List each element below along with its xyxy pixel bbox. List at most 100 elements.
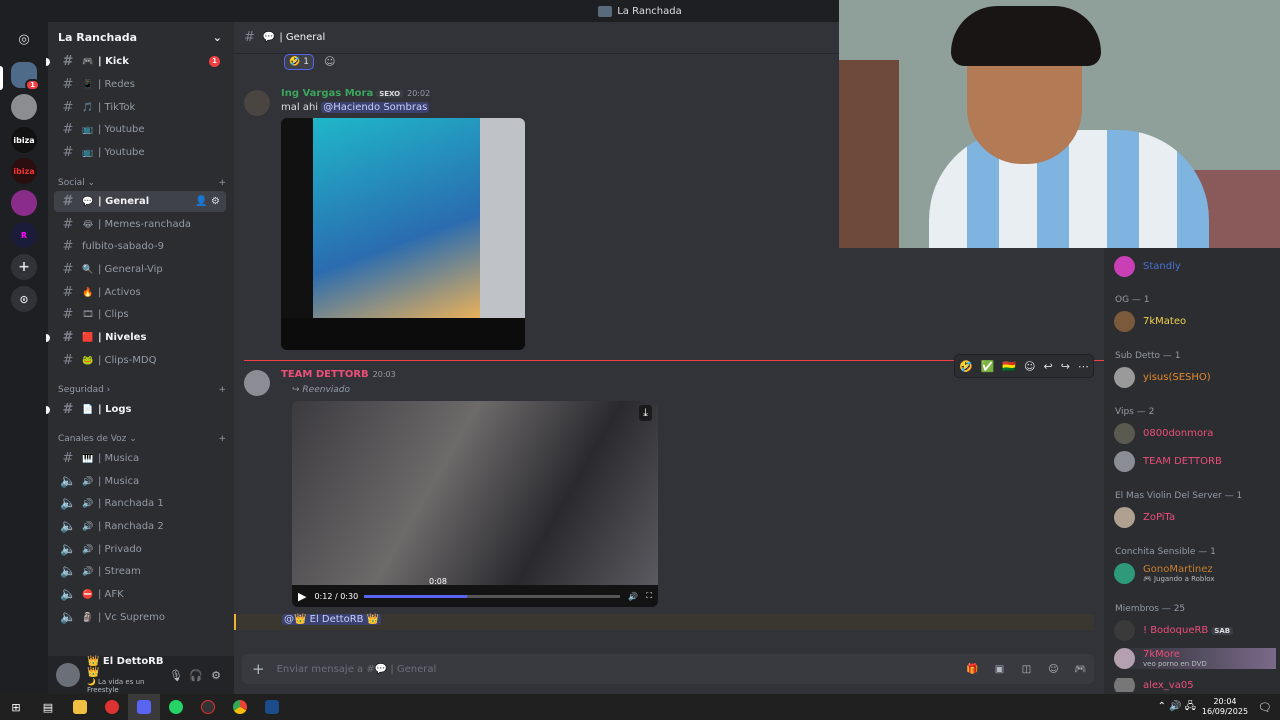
hash-icon: # [62, 307, 74, 322]
channel-memes-ranchada[interactable]: # 😂 | Memes-ranchada [54, 214, 226, 235]
add-channel-icon[interactable]: + [218, 178, 226, 188]
voice-channel-ranchada-1[interactable]: 🔈 🔊 | Ranchada 1 [54, 493, 226, 514]
headphones-icon[interactable]: 🎧 [186, 669, 206, 682]
emoji-icon[interactable]: ☺ [1040, 664, 1067, 675]
channel-settings-icons[interactable]: 👤 ⚙ [195, 196, 220, 207]
server-icon-la-ranchada[interactable]: 1 [11, 62, 40, 91]
check-emoji-icon[interactable]: ✅ [981, 360, 995, 373]
explore-icon[interactable]: ⊙ [11, 286, 37, 312]
voice-channel-musica[interactable]: 🔈 🔊 | Musica [54, 471, 226, 492]
channel-tiktok[interactable]: # 🎵 | TikTok [54, 97, 226, 118]
channel-redes[interactable]: # 📱 | Redes [54, 74, 226, 95]
channel-niveles[interactable]: # 🟥 | Niveles [46, 327, 226, 348]
channel-kick[interactable]: # 🎮 | Kick 1 [46, 51, 226, 72]
file-explorer-icon[interactable] [64, 694, 96, 720]
server-header[interactable]: La Ranchada ⌄ [48, 22, 234, 52]
gift-icon[interactable]: 🎁 [959, 664, 986, 675]
video-seek-bar[interactable] [364, 594, 621, 598]
add-server-icon[interactable]: + [11, 254, 37, 280]
member-item[interactable]: yisus(SESHO) [1114, 367, 1276, 388]
apps-icon[interactable]: 🎮 [1067, 664, 1094, 675]
message-input[interactable]: + Enviar mensaje a #💬 | General 🎁 ▣ ◫ ☺ … [242, 654, 1094, 684]
member-item[interactable]: TEAM DETTORB [1114, 451, 1276, 472]
clock[interactable]: 20:04 16/09/2025 [1202, 697, 1248, 717]
voice-channel-afk[interactable]: 🔈 ⛔ | AFK [54, 584, 226, 605]
user-mention[interactable]: @Haciendo Sombras [321, 102, 430, 113]
steam-icon[interactable] [256, 694, 288, 720]
add-reaction-icon[interactable]: ☺ [324, 55, 335, 68]
member-item[interactable]: ! BodoqueRB SAB [1114, 620, 1276, 641]
channel-youtube-2[interactable]: # 📺 | Youtube [54, 142, 226, 163]
sticker-icon[interactable]: ◫ [1013, 664, 1040, 675]
category-social[interactable]: Social ⌄ + [58, 178, 226, 188]
windows-start-icon[interactable]: ⊞ [0, 694, 32, 720]
message-author[interactable]: Ing Vargas Mora SEXO 20:02 [281, 88, 430, 99]
user-mention[interactable]: @👑 El DettoRB 👑 [282, 614, 382, 625]
tray-icons[interactable]: ⌃ 🔊 🖧 [1158, 699, 1196, 716]
voice-channel-privado[interactable]: 🔈 🔊 | Privado [54, 539, 226, 560]
category-seguridad[interactable]: Seguridad › + [58, 385, 226, 395]
reaction-button[interactable]: 🤣 1 [284, 54, 314, 70]
notification-icon[interactable]: 🗨 [1258, 701, 1272, 714]
discord-taskbar-icon[interactable] [128, 694, 160, 720]
video-player[interactable]: ⤓ 0:08 ▶ 0:12 / 0:30 🔊 ⛶ [292, 401, 658, 607]
voice-channel-stream[interactable]: 🔈 🔊 | Stream [54, 561, 226, 582]
server-icon-6[interactable]: R [11, 222, 37, 248]
message-image[interactable] [281, 118, 525, 350]
forward-icon[interactable]: ↪ [1061, 360, 1070, 373]
hash-icon: # [62, 239, 74, 254]
member-item[interactable]: ZoPiTa [1114, 507, 1276, 528]
voice-channel-vc-supremo[interactable]: 🔈 🗿 | Vc Supremo [54, 607, 226, 628]
reply-icon[interactable]: ↩ [1044, 360, 1053, 373]
channel-musica-text[interactable]: # 🎹 | Musica [54, 448, 226, 469]
author-avatar[interactable] [244, 90, 270, 116]
app-icon-dark[interactable] [192, 694, 224, 720]
member-item[interactable]: GonoMartinez 🎮 Jugando a Roblox [1114, 563, 1276, 584]
plus-icon[interactable]: + [252, 660, 265, 678]
gif-icon[interactable]: ▣ [986, 664, 1013, 675]
server-icon-2[interactable] [11, 94, 37, 120]
member-item[interactable]: alex_va05 [1114, 678, 1276, 692]
more-icon[interactable]: ⋯ [1078, 360, 1089, 373]
channel-label: | Ranchada 2 [98, 521, 164, 532]
channel-logs[interactable]: # 📄 | Logs [46, 399, 226, 420]
server-icon-5[interactable] [11, 190, 37, 216]
discord-home-icon[interactable]: ◎ [11, 26, 37, 52]
server-icon-ibiza-red[interactable]: ibiza [11, 158, 37, 184]
author-avatar[interactable] [244, 370, 270, 396]
download-icon[interactable]: ⤓ [639, 405, 652, 421]
message-content: mal ahi [281, 102, 319, 113]
selected-pill [0, 66, 3, 90]
voice-channel-ranchada-2[interactable]: 🔈 🔊 | Ranchada 2 [54, 516, 226, 537]
channel-youtube[interactable]: # 📺 | Youtube [54, 119, 226, 140]
gear-icon[interactable]: ⚙ [206, 669, 226, 682]
channel-general-vip[interactable]: # 🔍 | General-Vip [54, 259, 226, 280]
whatsapp-icon[interactable] [160, 694, 192, 720]
fullscreen-icon[interactable]: ⛶ [646, 591, 652, 601]
add-channel-icon[interactable]: + [218, 385, 226, 395]
member-item[interactable]: 0800donmora [1114, 423, 1276, 444]
volume-icon[interactable]: 🔊 [628, 592, 638, 601]
user-avatar[interactable] [56, 663, 80, 687]
channel-general[interactable]: # 💬 | General 👤 ⚙ [54, 191, 226, 212]
chrome-icon[interactable] [224, 694, 256, 720]
add-reaction-icon[interactable]: ☺ [1024, 360, 1035, 373]
bolivia-flag-icon[interactable]: 🇧🇴 [1002, 360, 1016, 373]
member-item[interactable]: 7kMore veo porno en DVD [1114, 648, 1276, 669]
task-view-icon[interactable]: ▤ [32, 694, 64, 720]
play-icon[interactable]: ▶ [298, 590, 306, 603]
channel-activos[interactable]: # 🔥 | Activos [54, 282, 226, 303]
member-item[interactable]: 7kMateo [1114, 311, 1276, 332]
member-item[interactable]: Standly [1114, 256, 1276, 277]
add-channel-icon[interactable]: + [218, 434, 226, 444]
message-author[interactable]: TEAM DETTORB 20:03 [281, 369, 396, 380]
rofl-emoji-icon[interactable]: 🤣 [959, 360, 973, 373]
category-voz[interactable]: Canales de Voz ⌄ + [58, 434, 226, 444]
microphone-icon[interactable]: 🎙 [166, 669, 186, 682]
channel-clips[interactable]: # 🎞 | Clips [54, 304, 226, 325]
channel-clips-mdq[interactable]: # 🐸 | Clips-MDQ [54, 350, 226, 371]
server-icon-ibiza[interactable]: ibiza [11, 127, 37, 153]
role-header: El Mas Violin Del Server — 1 [1115, 491, 1243, 501]
app-icon-red[interactable] [96, 694, 128, 720]
channel-fulbito[interactable]: # fulbito-sabado-9 [54, 236, 226, 257]
